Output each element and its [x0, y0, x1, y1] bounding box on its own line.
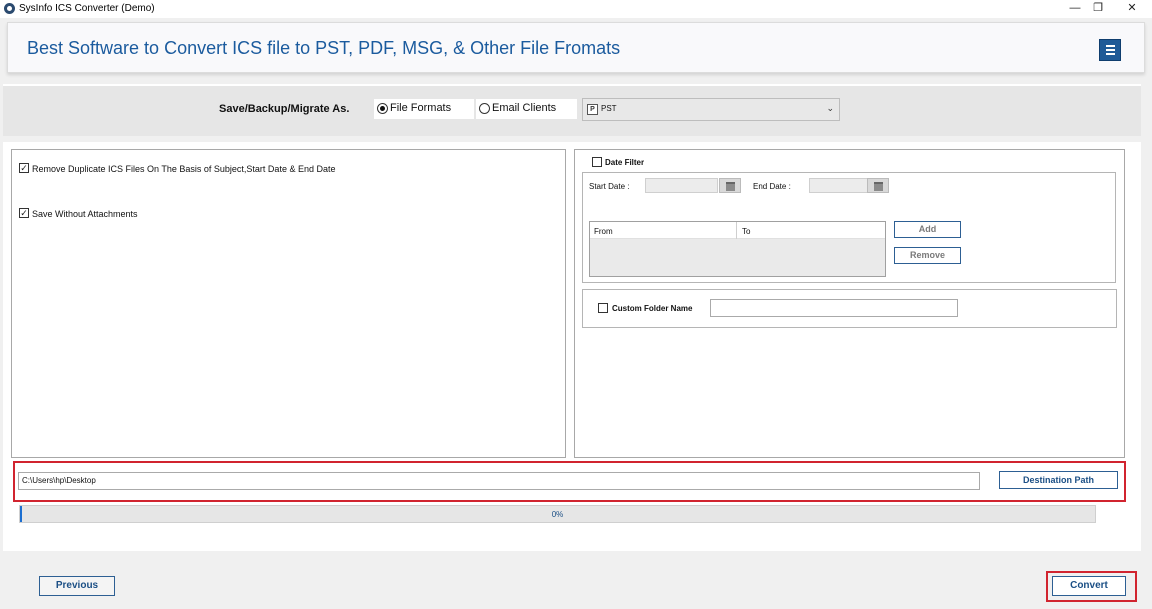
- date-filter-checkbox[interactable]: [592, 157, 602, 167]
- column-header-from: From: [594, 227, 613, 236]
- app-header: Best Software to Convert ICS file to PST…: [7, 22, 1145, 73]
- end-date-label: End Date :: [753, 182, 791, 191]
- page-title: Best Software to Convert ICS file to PST…: [27, 38, 621, 58]
- date-range-table-header: From To: [590, 222, 885, 239]
- start-date-calendar-icon[interactable]: [719, 178, 741, 193]
- save-as-label: Save/Backup/Migrate As.: [219, 103, 350, 115]
- save-without-attachments-checkbox[interactable]: ✓: [19, 208, 29, 218]
- end-date-calendar-icon[interactable]: [867, 178, 889, 193]
- date-filter-label: Date Filter: [605, 158, 645, 167]
- start-date-label: Start Date :: [589, 182, 630, 191]
- custom-folder-label: Custom Folder Name: [612, 304, 693, 313]
- column-header-to: To: [742, 227, 751, 236]
- chevron-down-icon: ⌄: [826, 103, 834, 113]
- custom-folder-input[interactable]: [710, 299, 958, 317]
- title-bar: SysInfo ICS Converter (Demo) — ❐ ✕: [0, 0, 1152, 18]
- email-clients-radio[interactable]: [479, 103, 490, 114]
- hamburger-menu-button[interactable]: [1099, 39, 1121, 61]
- add-button[interactable]: Add: [894, 221, 961, 238]
- start-date-input[interactable]: [645, 178, 718, 193]
- file-formats-label: File Formats: [390, 102, 452, 114]
- save-without-attachments-label: Save Without Attachments: [32, 209, 138, 219]
- options-panel: [11, 149, 566, 458]
- app-logo-icon: [4, 3, 15, 14]
- progress-bar: 0%: [19, 505, 1096, 523]
- remove-duplicates-checkbox[interactable]: ✓: [19, 163, 29, 173]
- destination-path-input[interactable]: C:\Users\hp\Desktop: [18, 472, 980, 490]
- progress-text: 0%: [551, 510, 564, 519]
- window-title: SysInfo ICS Converter (Demo): [19, 3, 155, 14]
- pst-file-icon: P: [587, 104, 598, 115]
- destination-path-button[interactable]: Destination Path: [999, 471, 1118, 489]
- date-range-table: From To: [589, 221, 886, 277]
- format-select[interactable]: P PST ⌄: [582, 98, 840, 121]
- remove-duplicates-label: Remove Duplicate ICS Files On The Basis …: [32, 164, 336, 174]
- previous-button[interactable]: Previous: [39, 576, 115, 596]
- remove-button[interactable]: Remove: [894, 247, 961, 264]
- close-button[interactable]: ✕: [1117, 0, 1147, 18]
- restore-button[interactable]: ❐: [1083, 0, 1113, 18]
- custom-folder-checkbox[interactable]: [598, 303, 608, 313]
- file-formats-radio[interactable]: [377, 103, 388, 114]
- hamburger-icon: [1106, 45, 1115, 47]
- convert-button[interactable]: Convert: [1052, 576, 1126, 596]
- email-clients-label: Email Clients: [492, 102, 557, 114]
- format-select-value: PST: [601, 104, 617, 113]
